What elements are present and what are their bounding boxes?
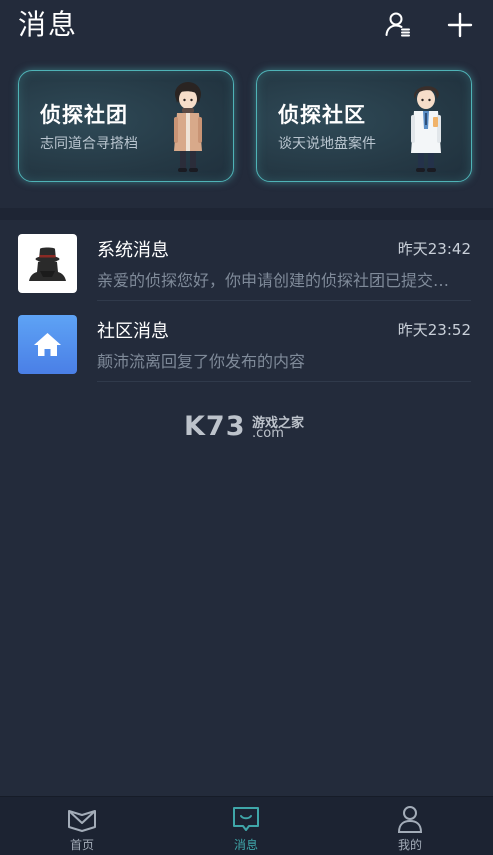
k73-watermark: K73 游戏之家 .com xyxy=(184,411,314,443)
contacts-icon[interactable] xyxy=(384,10,414,40)
message-title: 系统消息 xyxy=(97,240,169,261)
detective-hat-icon xyxy=(18,234,77,293)
tab-profile[interactable]: 我的 xyxy=(328,797,492,855)
home-icon xyxy=(18,315,77,374)
detective-club-card[interactable]: 侦探社团 志同道合寻搭档 xyxy=(18,70,234,182)
detective-community-card[interactable]: 侦探社区 谈天说地盘案件 xyxy=(256,70,472,182)
message-time: 昨天23:42 xyxy=(397,240,471,258)
bottom-tab-bar: 首页 消息 我的 xyxy=(0,796,493,855)
watermark-brand: K73 xyxy=(184,411,246,442)
page-title: 消息 xyxy=(18,8,79,41)
home-book-icon xyxy=(66,805,98,833)
feature-cards: 侦探社团 志同道合寻搭档 侦探社区 谈天说地盘案件 xyxy=(0,64,493,194)
card-title: 侦探社团 xyxy=(40,103,128,127)
watermark-domain: .com xyxy=(252,426,284,441)
card-subtitle: 志同道合寻搭档 xyxy=(40,136,138,152)
tab-label: 我的 xyxy=(397,838,422,852)
list-item-community-message[interactable]: 社区消息 昨天23:52 颠沛流离回复了你发布的内容 xyxy=(0,301,493,382)
tab-label: 消息 xyxy=(233,838,258,852)
message-list: 系统消息 昨天23:42 亲爱的侦探您好，你申请创建的侦探社团已提交… 社区消息… xyxy=(0,220,493,382)
card-subtitle: 谈天说地盘案件 xyxy=(278,136,376,152)
tab-home[interactable]: 首页 xyxy=(0,797,164,855)
profile-icon xyxy=(394,805,426,833)
detective-character-labcoat xyxy=(401,77,451,177)
header: 消息 xyxy=(0,0,493,52)
list-item-system-message[interactable]: 系统消息 昨天23:42 亲爱的侦探您好，你申请创建的侦探社团已提交… xyxy=(0,220,493,301)
divider xyxy=(97,381,471,382)
message-preview: 颠沛流离回复了你发布的内容 xyxy=(97,352,306,371)
plus-icon[interactable] xyxy=(445,10,475,40)
message-time: 昨天23:52 xyxy=(397,321,471,339)
tab-label: 首页 xyxy=(69,838,94,852)
tab-messages[interactable]: 消息 xyxy=(164,797,328,855)
detective-character-coat xyxy=(163,77,213,177)
message-title: 社区消息 xyxy=(97,321,169,342)
message-icon xyxy=(230,805,262,833)
card-title: 侦探社区 xyxy=(278,103,366,127)
message-preview: 亲爱的侦探您好，你申请创建的侦探社团已提交… xyxy=(97,271,450,290)
section-divider xyxy=(0,208,493,220)
